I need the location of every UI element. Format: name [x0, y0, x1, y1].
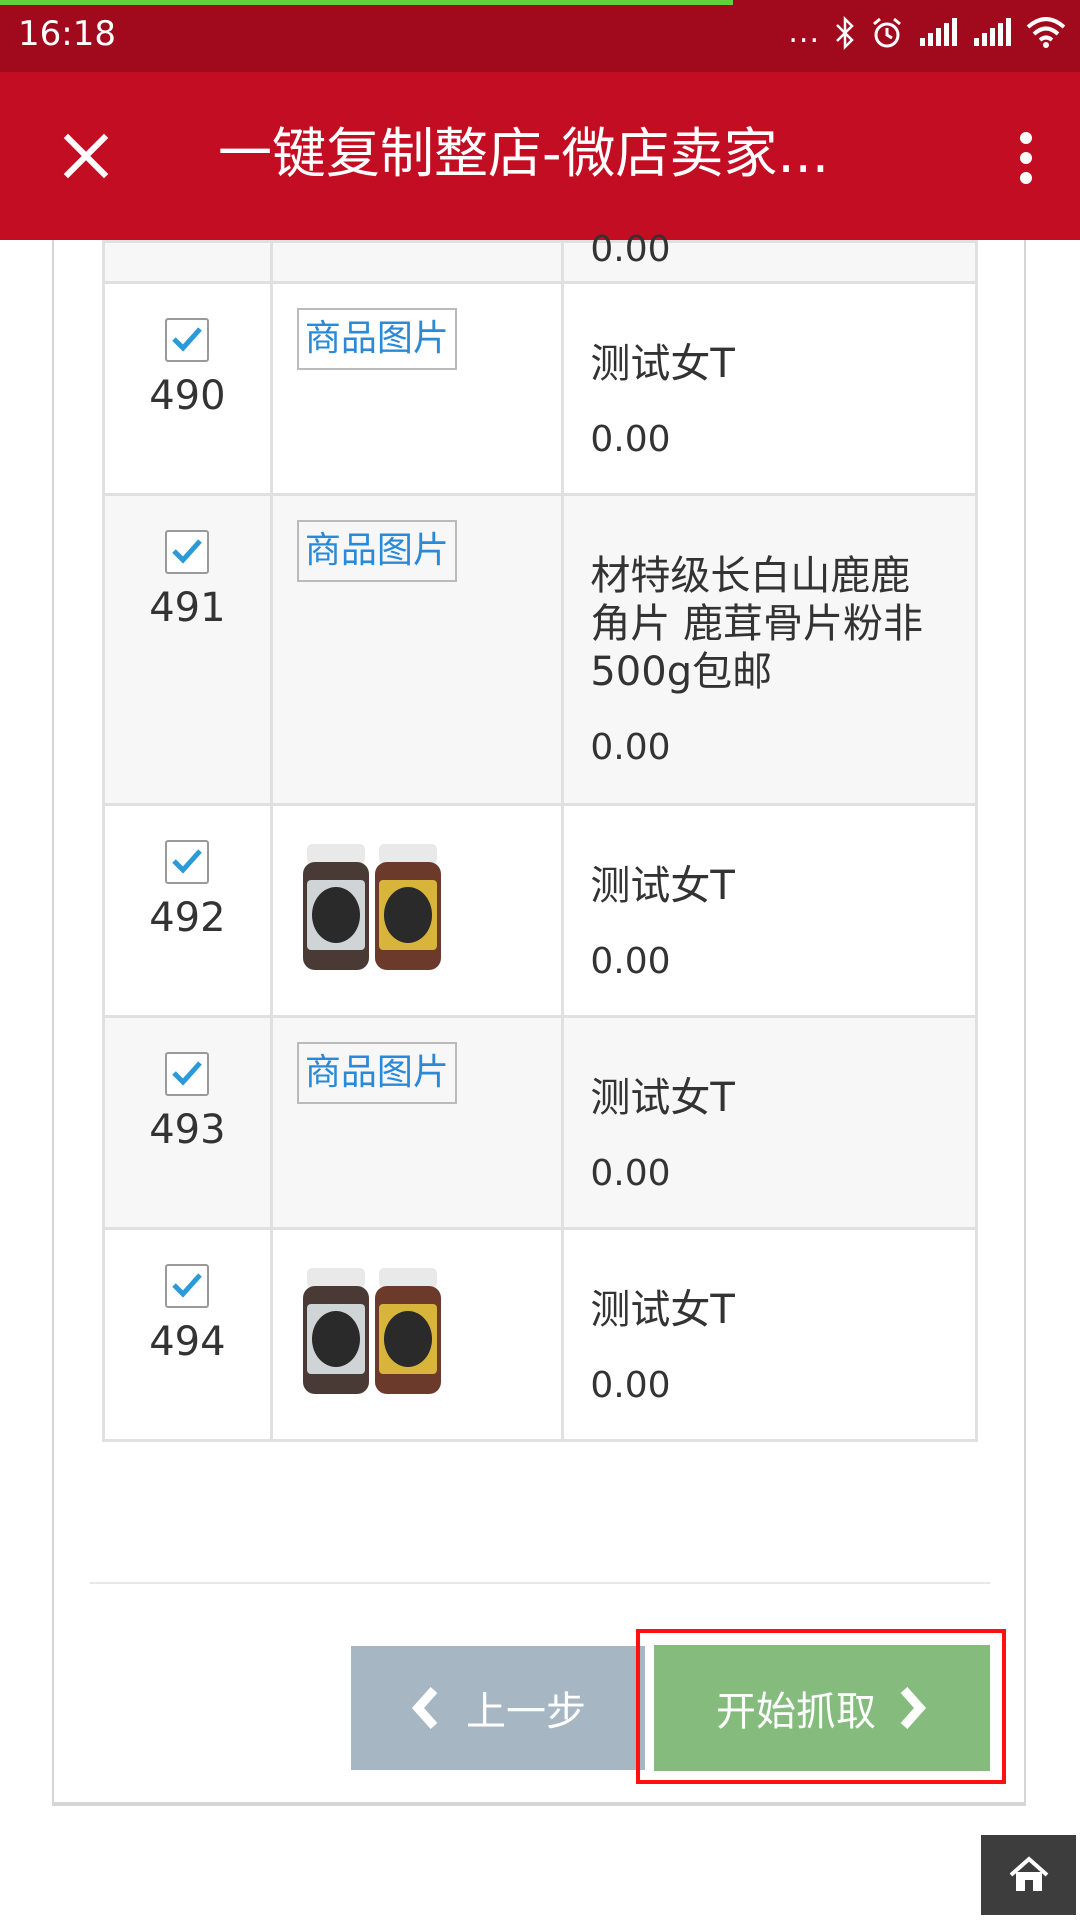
signal-2-icon [972, 18, 1012, 52]
table-row: 493 商品图片 测试女T 0.00 [102, 1015, 978, 1230]
product-price: 0.00 [590, 419, 671, 460]
checkmark-icon [172, 849, 203, 874]
table-row: 494 测试女T 0.00 [102, 1227, 978, 1442]
product-thumbnail[interactable] [301, 840, 447, 976]
product-checkbox[interactable] [165, 1052, 210, 1096]
title-bar: 一键复制整店-微店卖家... [0, 72, 1080, 240]
close-icon [63, 133, 109, 179]
product-price: 0.00 [590, 1365, 671, 1406]
previous-step-label: 上一步 [466, 1689, 586, 1735]
product-price: 0.00 [590, 941, 671, 982]
table-row: 490 商品图片 测试女T 0.00 [102, 281, 978, 496]
signal-1-icon [918, 18, 958, 52]
page-title: 一键复制整店-微店卖家... [218, 122, 829, 185]
table-row: 491 商品图片 材特级长白山鹿鹿角片 鹿茸骨片粉非500g包邮 0.00 [102, 493, 978, 806]
alarm-icon [870, 16, 904, 54]
status-time: 16:18 [18, 14, 116, 54]
product-name: 测试女T [590, 1287, 735, 1333]
product-index: 494 [149, 1319, 226, 1365]
close-button[interactable] [54, 124, 118, 188]
divider [90, 1582, 990, 1584]
bluetooth-icon [834, 15, 856, 54]
product-name: 材特级长白山鹿鹿角片 鹿茸骨片粉非500g包邮 [590, 553, 924, 695]
product-checkbox[interactable] [165, 530, 210, 574]
product-name: 测试女T [590, 863, 735, 909]
chevron-left-icon [411, 1687, 438, 1729]
checkmark-icon [172, 1061, 203, 1086]
more-vertical-icon [1020, 132, 1032, 184]
product-index: 491 [149, 585, 226, 631]
product-price: 0.00 [590, 727, 671, 768]
product-checkbox[interactable] [165, 840, 210, 884]
checkmark-icon [172, 539, 203, 564]
product-table: 0.00 490 商品图片 测试女T 0.00 491 商品图片 材特级长白山鹿… [102, 229, 978, 1442]
product-image-link[interactable]: 商品图片 [296, 520, 457, 582]
product-thumbnail[interactable] [301, 1264, 447, 1400]
table-row: 492 测试女T 0.00 [102, 803, 978, 1018]
product-price: 0.00 [590, 1153, 671, 1194]
product-name: 测试女T [590, 1075, 735, 1121]
product-index: 492 [149, 895, 226, 941]
product-price: 0.00 [590, 229, 671, 270]
product-checkbox[interactable] [165, 318, 210, 362]
more-menu-button[interactable] [1006, 126, 1046, 190]
previous-step-button[interactable]: 上一步 [351, 1646, 645, 1770]
page-load-progress [0, 0, 733, 5]
checkmark-icon [172, 1273, 203, 1298]
status-icons: ... [788, 14, 1066, 54]
home-icon [1009, 1856, 1048, 1891]
product-image-link[interactable]: 商品图片 [296, 308, 457, 370]
product-checkbox[interactable] [165, 1264, 210, 1308]
product-index: 490 [149, 373, 226, 419]
home-button[interactable] [981, 1835, 1076, 1915]
status-bar: 16:18 ... [0, 0, 1080, 72]
table-row: 0.00 [102, 229, 978, 284]
product-name: 测试女T [590, 341, 735, 387]
more-notifications-icon: ... [788, 14, 820, 50]
product-image-link[interactable]: 商品图片 [296, 1042, 457, 1104]
product-index: 493 [149, 1107, 226, 1153]
highlight-box [636, 1629, 1006, 1784]
checkmark-icon [172, 327, 203, 352]
wifi-icon [1026, 17, 1066, 53]
